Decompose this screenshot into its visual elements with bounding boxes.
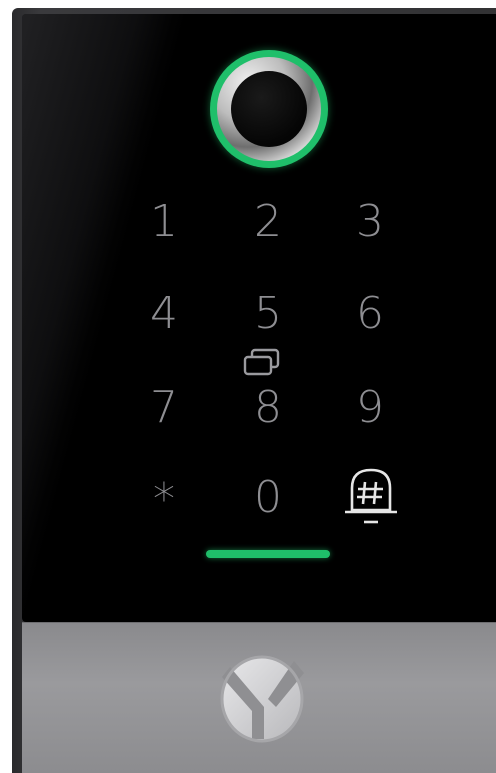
fingerprint-sensor-icon[interactable] bbox=[210, 50, 328, 168]
key-2[interactable]: 2 bbox=[238, 192, 298, 252]
keypad-glass-panel: 1 2 3 4 5 6 7 8 9 * 0 bbox=[22, 14, 496, 622]
key-4[interactable]: 4 bbox=[134, 284, 194, 344]
key-6[interactable]: 6 bbox=[340, 284, 400, 344]
sensor-metal-ring bbox=[217, 57, 321, 161]
access-control-device: 1 2 3 4 5 6 7 8 9 * 0 bbox=[12, 8, 496, 773]
key-9[interactable]: 9 bbox=[340, 378, 400, 438]
key-star[interactable]: * bbox=[134, 470, 194, 530]
status-led-bar bbox=[206, 550, 330, 558]
key-7[interactable]: 7 bbox=[134, 378, 194, 438]
key-5[interactable]: 5 bbox=[238, 284, 298, 344]
sensor-core bbox=[231, 71, 307, 147]
metal-base-plate bbox=[22, 622, 496, 773]
key-3[interactable]: 3 bbox=[340, 192, 400, 252]
key-0[interactable]: 0 bbox=[238, 468, 298, 528]
key-1[interactable]: 1 bbox=[134, 192, 194, 252]
doorbell-icon[interactable] bbox=[342, 466, 400, 530]
brand-logo-icon bbox=[220, 655, 304, 743]
card-reader-icon bbox=[243, 348, 280, 376]
key-8[interactable]: 8 bbox=[238, 378, 298, 438]
